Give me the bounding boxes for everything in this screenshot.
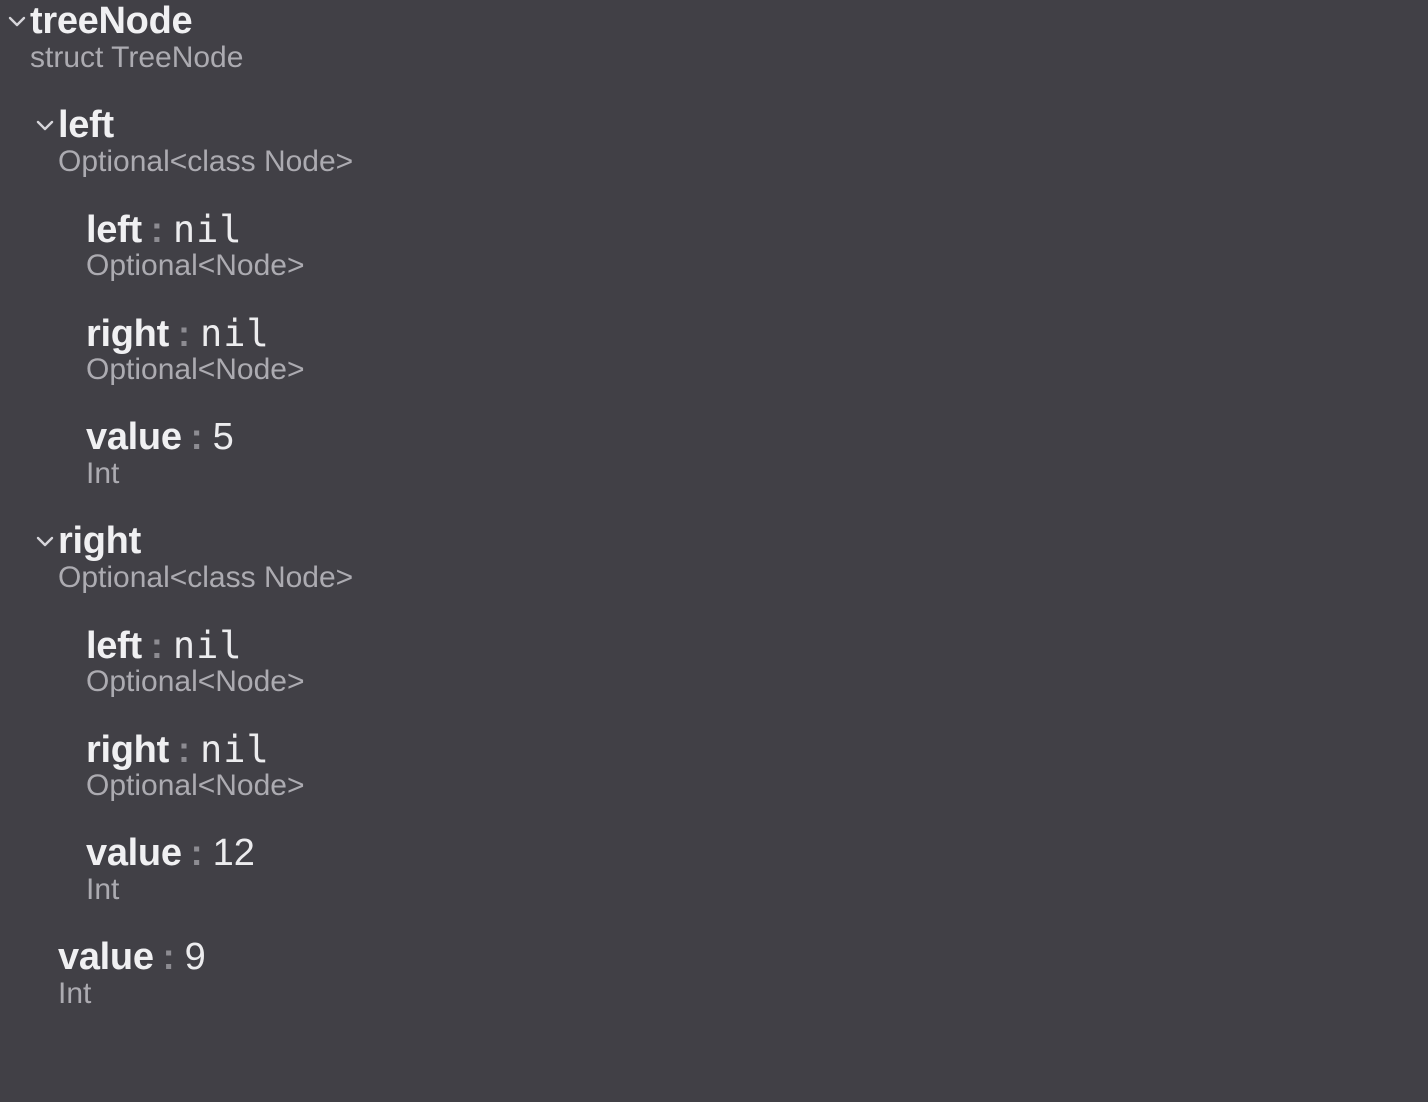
separator: : <box>177 313 190 354</box>
variable-type: Int <box>58 977 92 1010</box>
separator: : <box>150 209 163 250</box>
separator: : <box>177 729 190 770</box>
tree-row-right[interactable]: right Optional<class Node> <box>58 520 353 595</box>
root-disclosure-chevron-down-icon[interactable] <box>4 9 30 35</box>
separator: : <box>190 832 203 873</box>
variable-type: Optional<Node> <box>86 353 305 386</box>
variable-name: left <box>58 104 114 146</box>
variable-name: value <box>86 832 182 874</box>
tree-row-left-value[interactable]: value : 5 Int <box>86 416 234 491</box>
variable-name: left <box>86 625 142 667</box>
tree-row-right-left[interactable]: left : nil Optional<Node> <box>86 624 305 699</box>
variable-type: Int <box>86 873 120 906</box>
variable-value: 12 <box>212 832 255 874</box>
variable-value: nil <box>172 208 243 251</box>
variable-type: Int <box>86 457 120 490</box>
variable-type: Optional<Node> <box>86 769 305 802</box>
variable-name: right <box>58 520 141 562</box>
tree-row-left-right[interactable]: right : nil Optional<Node> <box>86 312 305 387</box>
tree-row-treeNode[interactable]: treeNode struct TreeNode <box>30 0 243 75</box>
variable-name: value <box>86 416 182 458</box>
tree-row-left[interactable]: left Optional<class Node> <box>58 104 353 179</box>
variable-value: nil <box>199 728 270 771</box>
separator: : <box>150 625 163 666</box>
variable-value: nil <box>199 312 270 355</box>
variable-name: left <box>86 209 142 251</box>
variable-type: Optional<class Node> <box>58 145 354 178</box>
variable-name: right <box>86 313 169 355</box>
tree-row-value[interactable]: value : 9 Int <box>58 936 206 1011</box>
variable-type: Optional<Node> <box>86 665 305 698</box>
right-disclosure-chevron-down-icon[interactable] <box>32 529 58 555</box>
variable-name: right <box>86 729 169 771</box>
variable-type: Optional<class Node> <box>58 561 354 594</box>
separator: : <box>190 416 203 457</box>
variable-value: 9 <box>184 936 206 978</box>
tree-row-right-right[interactable]: right : nil Optional<Node> <box>86 728 305 803</box>
variable-value: 5 <box>212 416 234 458</box>
separator: : <box>162 936 175 977</box>
tree-row-left-left[interactable]: left : nil Optional<Node> <box>86 208 305 283</box>
tree-row-right-value[interactable]: value : 12 Int <box>86 832 255 907</box>
left-disclosure-chevron-down-icon[interactable] <box>32 113 58 139</box>
variable-name: value <box>58 936 154 978</box>
variable-value: nil <box>172 624 243 667</box>
variable-name: treeNode <box>30 0 193 42</box>
variable-type: struct TreeNode <box>30 41 244 74</box>
variable-type: Optional<Node> <box>86 249 305 282</box>
